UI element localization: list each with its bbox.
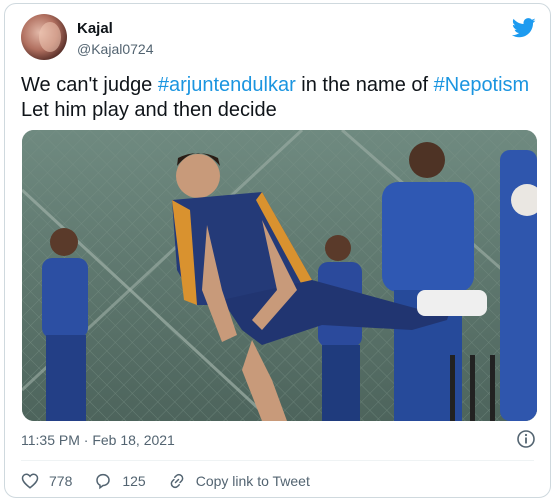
like-count: 778 xyxy=(49,473,73,489)
twitter-bird-icon[interactable] xyxy=(512,18,536,38)
reply-count: 125 xyxy=(122,473,146,489)
copy-link-button[interactable]: Copy link to Tweet xyxy=(168,472,310,490)
heart-icon xyxy=(21,473,39,489)
reply-button[interactable]: 125 xyxy=(94,472,146,490)
info-icon[interactable] xyxy=(516,429,536,449)
divider xyxy=(21,460,534,461)
tweet-timestamp[interactable]: 11:35 PM · Feb 18, 2021 xyxy=(21,432,175,448)
link-icon xyxy=(170,473,184,489)
author-handle[interactable]: @Kajal0724 xyxy=(77,41,154,57)
hashtag-link[interactable]: #arjuntendulkar xyxy=(158,74,296,96)
tweet-photo[interactable] xyxy=(22,130,537,421)
tweet-text-part: in the name of xyxy=(295,74,434,96)
like-button[interactable]: 778 xyxy=(21,472,72,490)
tweet-text: We can't judge #arjuntendulkar in the na… xyxy=(21,73,541,123)
tweet-card[interactable]: Kajal @Kajal0724 We can't judge #arjunte… xyxy=(4,3,551,498)
reply-icon xyxy=(96,473,111,490)
tweet-text-part: We can't judge xyxy=(21,74,158,96)
hashtag-link[interactable]: #Nepotism xyxy=(434,74,530,96)
avatar[interactable] xyxy=(21,14,67,60)
tweet-text-line: Let him play and then decide xyxy=(21,99,277,121)
tweet-actions: 778 125 Copy link to Tweet xyxy=(21,470,332,492)
cricket-practice-photo xyxy=(22,130,537,421)
copy-link-label: Copy link to Tweet xyxy=(195,473,310,489)
author-name[interactable]: Kajal xyxy=(77,20,113,37)
